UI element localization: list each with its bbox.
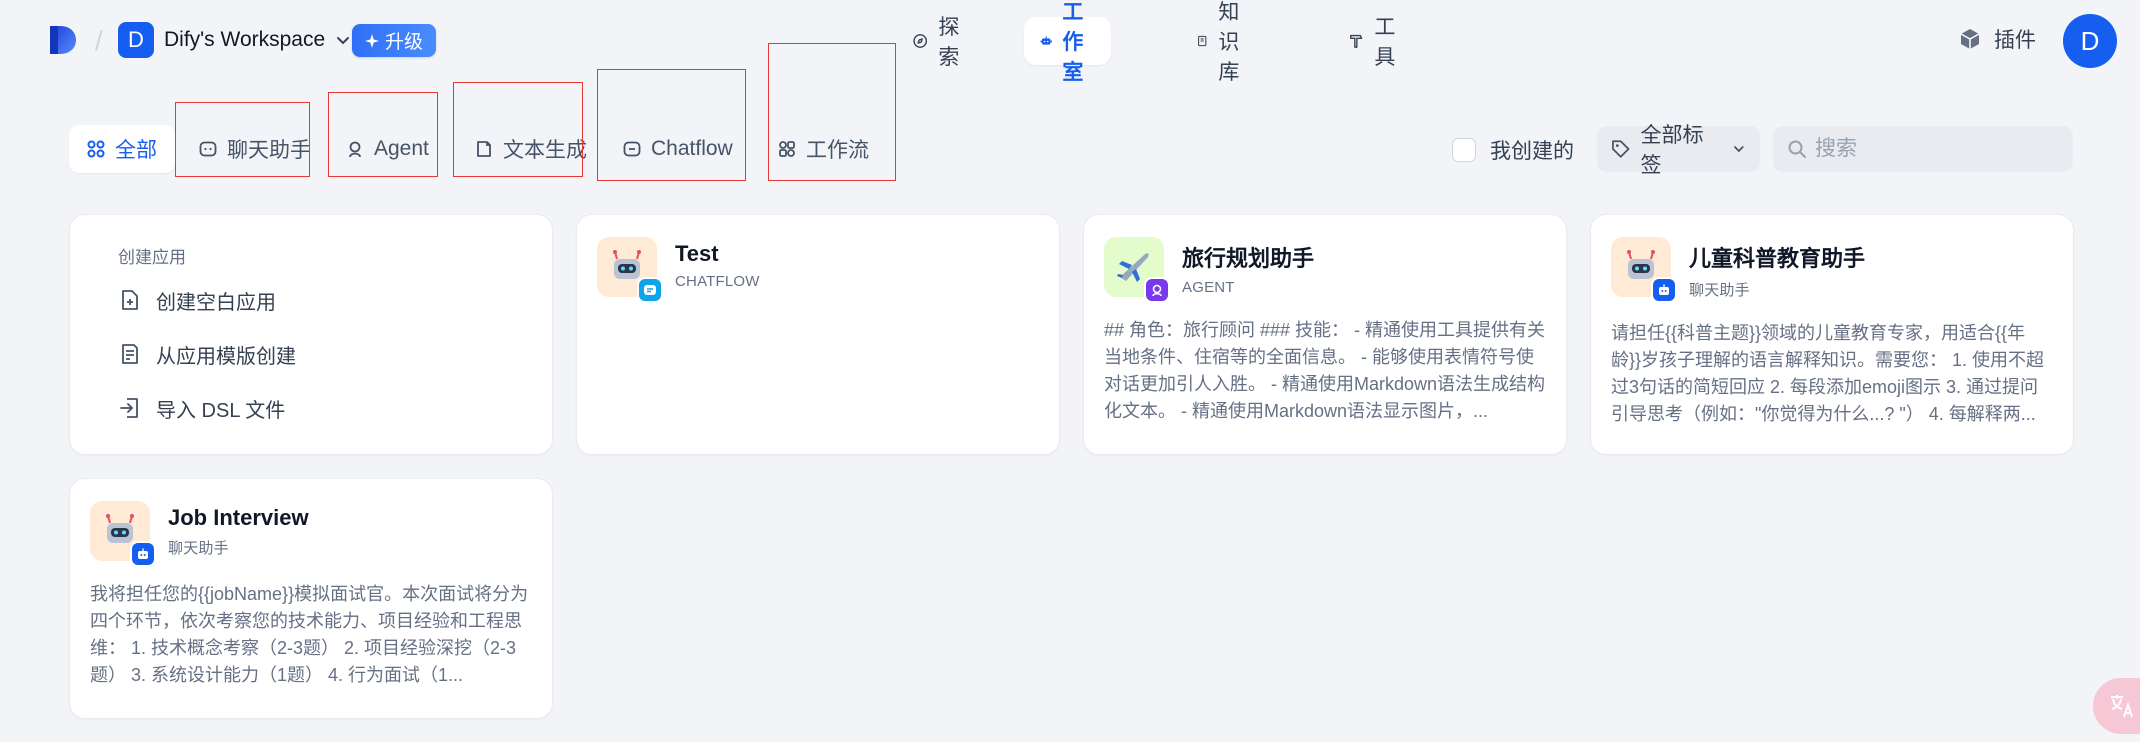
app-description: 我将担任您的{{jobName}}模拟面试官。本次面试将分为四个环节，依次考察您… [90,584,529,685]
chevron-down-icon [1734,146,1744,153]
tag-icon [1612,140,1630,158]
tab-label: Agent [374,137,429,160]
top-header: / D Dify's Workspace 升级 探索 工作室 知识库 工具 插件… [0,0,2140,84]
nav-tools[interactable]: 工具 [1332,16,1419,69]
create-from-template-button[interactable]: 从应用模版创建 [118,340,552,368]
nav-label: 工具 [1374,16,1396,69]
app-type: 聊天助手 [168,540,229,557]
created-by-me-filter[interactable]: 我创建的 [1452,135,1574,165]
nav-knowledge[interactable]: 知识库 [1180,1,1267,84]
app-type: CHATFLOW [675,273,760,290]
app-card-header: Job Interview 聊天助手 [90,501,532,567]
search-input[interactable] [1815,137,2055,161]
search-box[interactable] [1773,126,2073,172]
chat-icon [199,141,217,157]
chatbot-badge-icon [1651,277,1677,303]
file-plus-icon [122,290,138,310]
import-dsl-button[interactable]: 导入 DSL 文件 [118,394,552,422]
tab-chatflow[interactable]: Chatflow [605,125,751,173]
airplane-emoji-icon [1104,237,1170,303]
dify-logo-icon[interactable] [46,22,80,58]
workspace-name: Dify's Workspace [164,28,326,51]
app-name: 旅行规划助手 [1182,246,1315,271]
tab-workflow[interactable]: 工作流 [760,125,887,173]
tab-agent[interactable]: Agent [328,125,447,173]
breadcrumb-separator: / [95,25,103,56]
compass-icon [913,34,927,48]
robot-icon [1040,36,1052,45]
app-type: AGENT [1182,279,1235,296]
app-name: 儿童科普教育助手 [1689,246,1866,271]
created-by-me-checkbox[interactable] [1452,138,1476,162]
translate-icon [2111,695,2133,718]
upgrade-button[interactable]: 升级 [352,24,437,57]
app-card-header: Test CHATFLOW [597,237,1039,303]
nav-explore[interactable]: 探索 [896,16,983,69]
create-blank-app-button[interactable]: 创建空白应用 [118,286,552,314]
app-description: 请担任{{科普主题}}领域的儿童教育专家，用适合{{年龄}}岁孩子理解的语言解释… [1611,323,2045,424]
robot-emoji-icon [1611,237,1677,303]
document-icon [477,141,491,157]
workspace-avatar: D [118,22,154,58]
tab-label: 工作流 [806,139,869,162]
book-icon [1198,35,1207,47]
app-card[interactable]: 旅行规划助手 AGENT ## 角色：旅行顾问 ### 技能： - 精通使用工具… [1083,214,1567,455]
tab-chatbot[interactable]: 聊天助手 [181,125,329,173]
tab-label: 聊天助手 [227,139,311,162]
hammer-icon [1350,34,1363,48]
app-card-header: 旅行规划助手 AGENT [1104,237,1546,303]
tab-label: Chatflow [651,137,733,160]
app-card-header: 儿童科普教育助手 聊天助手 [1611,237,2053,303]
workspace-switcher[interactable]: D Dify's Workspace [118,22,351,58]
nav-studio[interactable]: 工作室 [1024,1,1111,84]
app-description: ## 角色：旅行顾问 ### 技能： - 精通使用工具提供有关当地条件、住宿等的… [1104,320,1546,421]
plugins-button[interactable]: 插件 [1958,24,2036,54]
app-card[interactable]: Job Interview 聊天助手 我将担任您的{{jobName}}模拟面试… [69,478,553,719]
tab-all[interactable]: 全部 [69,125,175,173]
plugins-label: 插件 [1994,29,2036,52]
tags-filter-dropdown[interactable]: 全部标签 [1597,124,1760,177]
robot-emoji-icon [597,237,663,303]
app-name: Job Interview [168,505,309,530]
tab-label: 文本生成 [503,139,587,162]
upgrade-label: 升级 [385,32,424,53]
app-card[interactable]: 儿童科普教育助手 聊天助手 请担任{{科普主题}}领域的儿童教育专家，用适合{{… [1590,214,2074,455]
create-app-title: 创建应用 [118,248,186,267]
app-type: 聊天助手 [1689,282,1750,299]
nav-label: 探索 [938,16,960,69]
translate-floating-button[interactable] [2093,678,2140,734]
chatbot-badge-icon [130,541,156,567]
workflow-icon [779,141,795,157]
import-icon [120,398,138,418]
nav-label: 工作室 [1062,1,1084,84]
tags-filter-label: 全部标签 [1640,124,1704,177]
tab-text-generation[interactable]: 文本生成 [457,125,605,173]
chatflow-icon [623,141,641,157]
agent-badge-icon [1144,277,1170,303]
create-item-label: 导入 DSL 文件 [156,399,286,422]
chatflow-badge-icon [637,277,663,303]
search-icon [1788,140,1806,158]
cube-icon [1960,29,1980,49]
template-icon [122,344,138,364]
created-by-me-label: 我创建的 [1490,140,1574,163]
robot-emoji-icon [90,501,156,567]
chevron-down-icon [337,37,350,45]
create-item-label: 创建空白应用 [156,291,276,314]
user-avatar[interactable]: D [2063,14,2117,68]
create-item-label: 从应用模版创建 [156,345,296,368]
sparkle-icon [365,33,379,48]
app-card[interactable]: Test CHATFLOW [576,214,1060,455]
grid-icon [87,140,105,158]
nav-label: 知识库 [1218,1,1240,84]
tab-label: 全部 [115,139,157,162]
app-name: Test [675,241,719,266]
agent-icon [349,141,361,158]
create-app-card: 创建应用 创建空白应用 从应用模版创建 导入 DSL 文件 [69,214,553,455]
